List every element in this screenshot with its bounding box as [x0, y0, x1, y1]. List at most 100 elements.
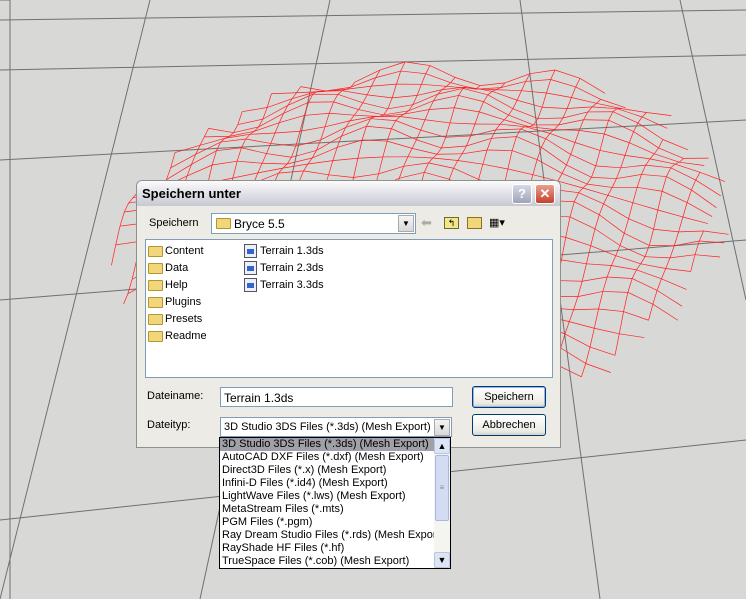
cancel-button[interactable]: Abbrechen: [472, 414, 546, 436]
mesh-line: [166, 167, 172, 180]
file-item[interactable]: Terrain 2.3ds: [244, 260, 324, 277]
mesh-line: [568, 309, 574, 322]
mesh-line: [516, 90, 522, 101]
mesh-line: [640, 256, 646, 265]
view-menu-icon[interactable]: ▦▾: [489, 216, 513, 230]
scroll-up-icon[interactable]: ▲: [434, 438, 450, 454]
filetype-option[interactable]: TrueSpace Files (*.cob) (Mesh Export): [220, 555, 434, 568]
mesh-line: [462, 149, 488, 155]
chevron-down-icon[interactable]: ▼: [398, 215, 414, 232]
mesh-line: [586, 263, 612, 266]
save-in-combo[interactable]: Bryce 5.5 ▼: [211, 213, 416, 234]
mesh-line: [627, 292, 654, 305]
mesh-line: [457, 160, 483, 165]
mesh-line: [591, 177, 617, 179]
mesh-line: [392, 95, 418, 99]
title-bar[interactable]: Speichern unter ? ✕: [137, 181, 560, 206]
chevron-down-icon[interactable]: ▼: [434, 419, 450, 436]
mesh-line: [458, 95, 484, 102]
mesh-line: [564, 321, 570, 334]
folder-item[interactable]: Data: [148, 260, 188, 277]
save-button[interactable]: Speichern: [472, 386, 546, 408]
mesh-line: [366, 86, 372, 96]
back-arrow-icon[interactable]: ⬅: [421, 215, 432, 231]
mesh-line: [657, 209, 683, 218]
close-button[interactable]: ✕: [535, 184, 555, 204]
mesh-line: [577, 291, 603, 297]
mesh-line: [560, 347, 586, 364]
folder-up-icon[interactable]: ↰: [444, 217, 459, 229]
mesh-line: [545, 138, 571, 155]
folder-item[interactable]: Plugins: [148, 294, 201, 311]
filetype-option[interactable]: AutoCAD DXF Files (*.dxf) (Mesh Export): [220, 451, 434, 464]
mesh-line: [599, 133, 605, 151]
filetype-option[interactable]: Ray Dream Studio Files (*.rds) (Mesh Exp…: [220, 529, 443, 542]
mesh-line: [367, 94, 393, 99]
mesh-line: [645, 164, 671, 169]
folder-item[interactable]: Readme: [148, 328, 207, 345]
mesh-line: [669, 245, 675, 258]
folder-item[interactable]: Content: [148, 243, 204, 260]
mesh-line: [574, 142, 601, 151]
folder-item[interactable]: Help: [148, 277, 188, 294]
mesh-line: [262, 162, 288, 165]
filetype-option[interactable]: Direct3D Files (*.x) (Mesh Export): [220, 464, 434, 477]
mesh-line: [587, 183, 613, 188]
file-item[interactable]: Terrain 3.3ds: [244, 277, 324, 294]
filetype-option[interactable]: RayShade HF Files (*.hf): [220, 542, 434, 555]
scroll-down-icon[interactable]: ▼: [434, 552, 450, 568]
scroll-thumb[interactable]: ≡: [435, 455, 449, 521]
filename-input[interactable]: Terrain 1.3ds: [220, 387, 453, 407]
mesh-line: [423, 162, 429, 173]
mesh-line: [416, 129, 422, 140]
mesh-line: [396, 70, 402, 85]
mesh-line: [686, 189, 692, 203]
mesh-line: [387, 104, 413, 110]
help-button[interactable]: ?: [512, 184, 532, 204]
mesh-line: [595, 165, 621, 169]
mesh-line: [640, 263, 666, 269]
mesh-line: [690, 254, 696, 272]
mesh-line: [652, 290, 658, 305]
mesh-line: [611, 265, 637, 271]
mesh-line: [679, 158, 684, 163]
mesh-line: [557, 173, 563, 182]
mesh-line: [507, 168, 533, 176]
mesh-line: [328, 160, 334, 175]
new-folder-icon[interactable]: [467, 217, 482, 229]
mesh-line: [585, 363, 611, 373]
mesh-line: [661, 176, 667, 192]
3ds-file-icon: [244, 261, 257, 276]
mesh-line: [595, 150, 601, 167]
mesh-line: [525, 79, 551, 82]
mesh-line: [596, 99, 601, 104]
mesh-line: [412, 148, 438, 155]
mesh-line: [370, 118, 396, 121]
folder-icon: [216, 218, 231, 229]
mesh-line: [446, 82, 451, 87]
file-list[interactable]: Content Data Help Plugins Presets Readme Terra…: [145, 239, 553, 378]
mesh-line: [371, 83, 397, 87]
mesh-line: [429, 107, 455, 110]
filetype-label: Dateityp:: [147, 419, 191, 431]
mesh-line: [242, 107, 268, 113]
filetype-option[interactable]: PGM Files (*.pgm): [220, 516, 434, 529]
file-item[interactable]: Terrain 1.3ds: [244, 243, 324, 260]
mesh-line: [591, 165, 597, 178]
mesh-line: [362, 102, 388, 110]
filetype-option[interactable]: Infini-D Files (*.id4) (Mesh Export): [220, 477, 434, 490]
filetype-dropdown-list[interactable]: 3D Studio 3DS Files (*.3ds) (Mesh Export…: [219, 437, 451, 569]
mesh-line: [628, 218, 654, 230]
filetype-option[interactable]: 3D Studio 3DS Files (*.3ds) (Mesh Export…: [220, 438, 434, 451]
filetype-option[interactable]: LightWave Files (*.lws) (Mesh Export): [220, 490, 434, 503]
mesh-line: [274, 130, 301, 134]
mesh-line: [669, 254, 696, 259]
mesh-line: [703, 230, 729, 235]
scrollbar[interactable]: ▲ ≡ ▼: [434, 438, 450, 568]
folder-item[interactable]: Presets: [148, 311, 202, 328]
mesh-line: [403, 162, 429, 167]
mesh-line: [266, 153, 292, 158]
filetype-option[interactable]: MetaStream Files (*.mts): [220, 503, 434, 516]
mesh-line: [624, 155, 651, 160]
filetype-combo[interactable]: 3D Studio 3DS Files (*.3ds) (Mesh Export…: [220, 417, 452, 437]
